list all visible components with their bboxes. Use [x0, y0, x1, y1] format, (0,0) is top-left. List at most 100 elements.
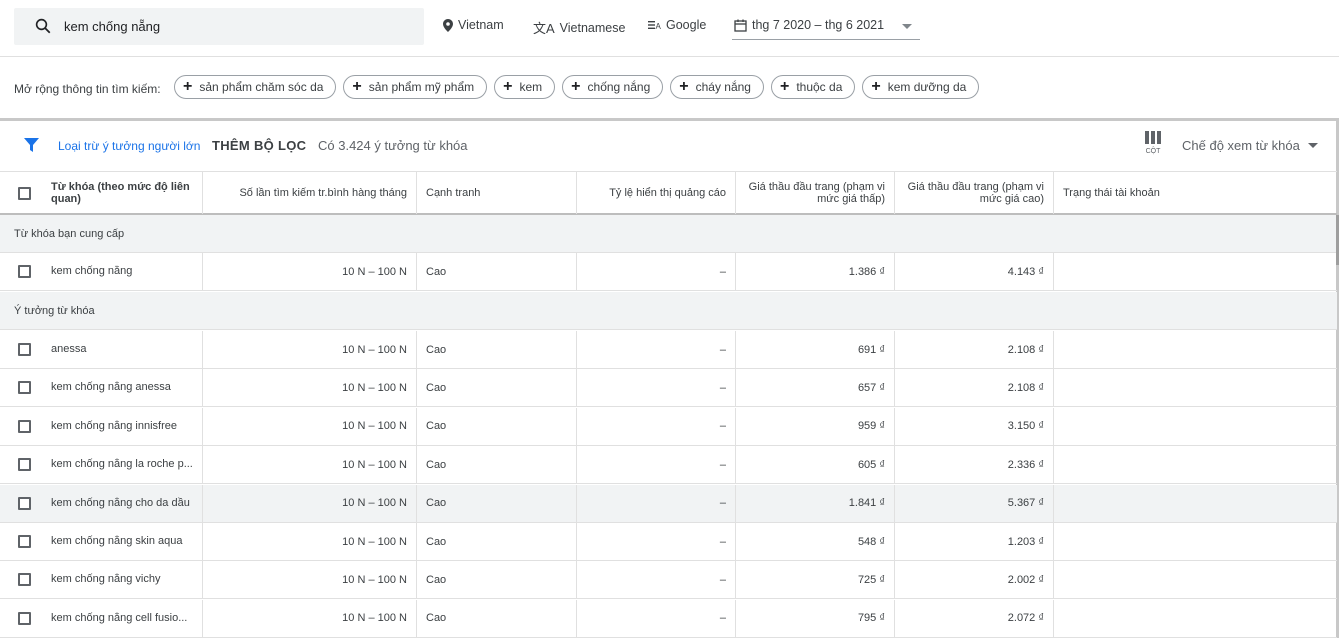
- table-row[interactable]: kem chống nắng cho da dầu 10 N – 100 N Cao…: [0, 484, 1337, 523]
- chip-label: thuộc da: [796, 80, 843, 94]
- keyword-col: [0, 369, 203, 407]
- chip-label: sản phẩm mỹ phẩm: [368, 80, 475, 94]
- group-label: Từ khóa bạn cung cấp: [14, 228, 125, 240]
- view-mode-selector[interactable]: Chế độ xem từ khóa: [1182, 138, 1318, 153]
- header-keyword-col[interactable]: Từ khóa (theo mức độ liên quan): [0, 172, 203, 214]
- bid-low-cell: 548 ₫: [736, 523, 895, 560]
- bid-low-cell: 1.386 ₫: [736, 253, 895, 290]
- calendar-icon: [734, 19, 747, 32]
- impression-cell: –: [577, 599, 736, 637]
- searches-cell: 10 N – 100 N: [203, 561, 417, 599]
- header-searches[interactable]: Số lần tìm kiếm tr.bình hàng tháng: [203, 172, 417, 214]
- location-selector[interactable]: Vietnam: [443, 18, 504, 32]
- keyword-col: [0, 523, 203, 560]
- columns-button[interactable]: CỘT: [1140, 131, 1166, 155]
- network-selector[interactable]: A Google: [648, 18, 706, 32]
- bid-low-cell: 1.841 ₫: [736, 484, 895, 522]
- plus-icon: +: [571, 78, 581, 95]
- plus-icon: +: [679, 78, 689, 95]
- plus-icon: +: [871, 78, 881, 95]
- searches-cell: 10 N – 100 N: [203, 253, 417, 290]
- select-all-checkbox[interactable]: [18, 187, 31, 200]
- searches-cell: 10 N – 100 N: [203, 484, 417, 522]
- filter-icon[interactable]: [24, 138, 39, 152]
- search-query[interactable]: kem chống nẵng: [64, 19, 160, 34]
- header-impression-share[interactable]: Tỷ lệ hiển thị quảng cáo: [577, 172, 736, 214]
- table-row[interactable]: kem chống nắng skin aqua 10 N – 100 N Cao –…: [0, 523, 1337, 561]
- chip[interactable]: + chống nắng: [562, 75, 664, 99]
- keyword-col: [0, 484, 203, 522]
- impression-cell: –: [577, 331, 736, 368]
- add-filter-button[interactable]: THÊM BỘ LỌC: [212, 138, 306, 153]
- header-competition[interactable]: Cạnh tranh: [417, 172, 577, 214]
- header-bid-low[interactable]: Giá thầu đầu trang (phạm vi mức giá thấp…: [736, 172, 895, 214]
- plus-icon: +: [352, 78, 362, 95]
- bid-high-cell: 5.367 ₫: [895, 484, 1054, 522]
- bid-high-cell: 2.336 ₫: [895, 446, 1054, 484]
- expand-label: Mở rộng thông tin tìm kiếm:: [14, 82, 161, 96]
- chip[interactable]: + sản phẩm mỹ phẩm: [343, 75, 488, 99]
- competition-cell: Cao: [417, 446, 577, 484]
- searches-cell: 10 N – 100 N: [203, 523, 417, 560]
- columns-icon: [1145, 131, 1161, 144]
- expand-search-bar: Mở rộng thông tin tìm kiếm: + sản phẩm ch…: [0, 57, 1339, 119]
- chip[interactable]: + cháy nắng: [670, 75, 764, 99]
- searches-cell: 10 N – 100 N: [203, 369, 417, 407]
- table-row[interactable]: kem chống nắng innisfree 10 N – 100 N Cao –…: [0, 407, 1337, 446]
- keyword-count: Có 3.424 ý tưởng từ khóa: [318, 138, 468, 153]
- table-row[interactable]: kem chống nắng cell fusio... 10 N – 100 N…: [0, 599, 1337, 638]
- bid-low-cell: 725 ₫: [736, 561, 895, 599]
- bid-high-cell: 4.143 ₫: [895, 253, 1054, 290]
- keyword-col: [0, 407, 203, 445]
- network-icon: A: [648, 21, 661, 30]
- table-row[interactable]: anessa 10 N – 100 N Cao –691 ₫ 2.108 ₫: [0, 331, 1337, 369]
- group-row-provided: Từ khóa bạn cung cấp: [0, 215, 1337, 253]
- chip-label: kem dưỡng da: [887, 80, 967, 94]
- table-row[interactable]: kem chống nắng anessa 10 N – 100 N Cao –657…: [0, 369, 1337, 408]
- bid-low-cell: 657 ₫: [736, 369, 895, 407]
- header-account-status[interactable]: Trạng thái tài khoản: [1054, 172, 1337, 214]
- table-row[interactable]: kem chống nắng la roche p... 10 N – 100 N…: [0, 446, 1337, 485]
- date-range-selector[interactable]: thg 7 2020 – thg 6 2021: [732, 14, 920, 40]
- search-box[interactable]: kem chống nẵng: [14, 8, 424, 45]
- searches-cell: 10 N – 100 N: [203, 446, 417, 484]
- chip[interactable]: + thuộc da: [770, 75, 856, 99]
- chip-label: chống nắng: [587, 80, 651, 94]
- view-mode-label: Chế độ xem từ khóa: [1182, 138, 1300, 153]
- bid-high-cell: 2.072 ₫: [895, 599, 1054, 637]
- competition-cell: Cao: [417, 331, 577, 368]
- plus-icon: +: [779, 78, 790, 95]
- bid-high-cell: 3.150 ₫: [895, 407, 1054, 445]
- bid-high-cell: 2.108 ₫: [895, 369, 1054, 407]
- chip-label: cháy nắng: [695, 80, 751, 94]
- language-label: Vietnamese: [559, 20, 626, 35]
- group-label: Ý tưởng từ khóa: [14, 305, 95, 317]
- chip[interactable]: + kem dưỡng da: [862, 75, 980, 99]
- group-row-ideas: Ý tưởng từ khóa: [0, 292, 1337, 330]
- competition-cell: Cao: [417, 369, 577, 407]
- translate-icon: 文A: [533, 21, 555, 36]
- keyword-col: [0, 253, 203, 290]
- keyword-col: [0, 599, 203, 637]
- columns-label: CỘT: [1145, 148, 1161, 155]
- impression-cell: –: [577, 369, 736, 407]
- chip[interactable]: + sản phẩm chăm sóc da: [174, 75, 337, 99]
- searches-cell: 10 N – 100 N: [203, 331, 417, 368]
- table-row[interactable]: kem chống nẵng 10 N – 100 N Cao – 1.386 …: [0, 253, 1337, 291]
- language-selector[interactable]: 文A Vietnamese: [533, 18, 625, 37]
- exclude-adult-filter[interactable]: Loại trừ ý tưởng người lớn: [58, 139, 200, 153]
- searches-cell: 10 N – 100 N: [203, 599, 417, 637]
- searches-cell: 10 N – 100 N: [203, 407, 417, 445]
- table-row[interactable]: kem chống nắng vichy 10 N – 100 N Cao –725 …: [0, 561, 1337, 600]
- table-header: Từ khóa (theo mức độ liên quan) Số lần t…: [0, 171, 1337, 215]
- header-keyword: Từ khóa (theo mức độ liên quan): [51, 181, 190, 205]
- bid-high-cell: 2.002 ₫: [895, 561, 1054, 599]
- impression-cell: –: [577, 484, 736, 522]
- competition-cell: Cao: [417, 523, 577, 560]
- keyword-col: [0, 561, 203, 599]
- network-label: Google: [666, 18, 707, 32]
- bid-low-cell: 605 ₫: [736, 446, 895, 484]
- chip[interactable]: + kem: [494, 75, 556, 99]
- header-bid-high[interactable]: Giá thầu đầu trang (phạm vi mức giá cao): [895, 172, 1054, 214]
- date-range-label: thg 7 2020 – thg 6 2021: [752, 18, 885, 32]
